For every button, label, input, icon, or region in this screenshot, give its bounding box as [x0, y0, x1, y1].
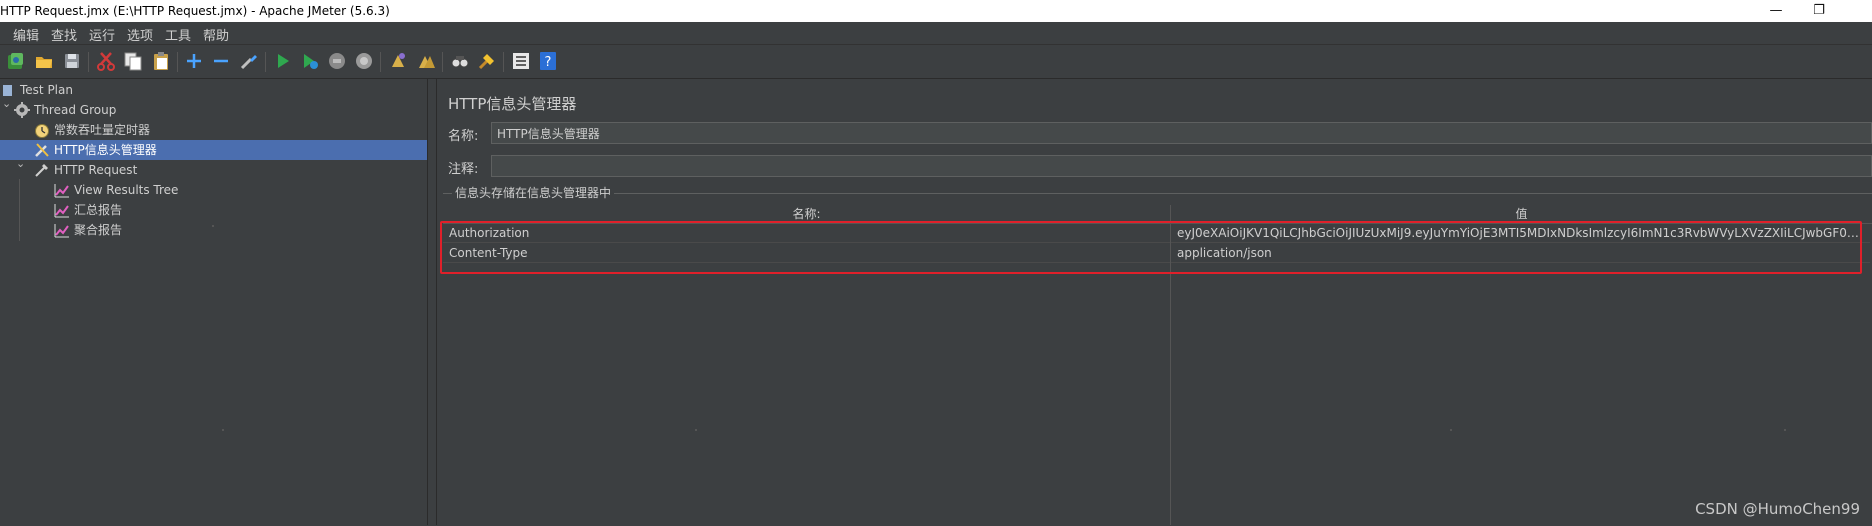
menu-run[interactable]: 运行 — [89, 25, 115, 44]
comment-field[interactable] — [491, 155, 1872, 177]
cut-icon[interactable] — [95, 50, 117, 72]
clear-icon[interactable] — [387, 50, 409, 72]
menu-options[interactable]: 选项 — [127, 25, 153, 44]
highlight-box — [440, 221, 1862, 274]
tree-item-thread-group[interactable]: Thread Group — [14, 100, 427, 120]
graph-icon — [54, 182, 70, 198]
expand-icon[interactable] — [183, 50, 205, 72]
menu-bar: 编辑 查找 运行 选项 工具 帮助 — [0, 22, 1872, 45]
tree-item-view-results-tree[interactable]: View Results Tree — [54, 180, 427, 200]
config-panel: HTTP信息头管理器 名称: HTTP信息头管理器 注释: 信息头存储在信息头管… — [437, 79, 1872, 525]
menu-edit[interactable]: 编辑 — [13, 25, 39, 44]
tree-item-summary-report[interactable]: 汇总报告 — [54, 200, 427, 220]
stop-icon[interactable] — [326, 50, 348, 72]
start-icon[interactable] — [272, 50, 294, 72]
name-label: 名称: — [448, 129, 479, 144]
gear-icon — [14, 102, 30, 118]
start-no-pause-icon[interactable] — [299, 50, 321, 72]
thread-group-toggle[interactable]: ⌄ — [2, 97, 11, 110]
copy-icon[interactable] — [122, 50, 144, 72]
test-plan-tree: Test Plan ⌄ Thread Group 常数吞吐量定时器 HTTP信息… — [0, 79, 427, 525]
menu-tools[interactable]: 工具 — [165, 25, 191, 44]
collapse-icon[interactable] — [210, 50, 232, 72]
name-field[interactable]: HTTP信息头管理器 — [491, 122, 1872, 144]
comment-label: 注释: — [448, 162, 479, 177]
save-icon[interactable] — [61, 50, 83, 72]
menu-search[interactable]: 查找 — [51, 25, 77, 44]
help-icon[interactable]: ? — [537, 50, 559, 72]
wrench-icon — [34, 142, 50, 158]
tree-item-test-plan[interactable]: Test Plan — [0, 80, 427, 100]
toolbar: ? — [0, 45, 1872, 79]
reset-search-icon[interactable] — [476, 50, 498, 72]
svg-text:?: ? — [545, 55, 552, 70]
headers-group-label: 信息头存储在信息头管理器中 — [452, 184, 615, 201]
timer-icon — [34, 122, 50, 138]
graph-icon — [54, 222, 70, 238]
pipette-icon — [34, 162, 50, 178]
menu-help[interactable]: 帮助 — [203, 25, 229, 44]
templates-icon[interactable] — [5, 50, 27, 72]
window-title: HTTP Request.jmx (E:\HTTP Request.jmx) -… — [0, 4, 390, 18]
tree-item-http-request[interactable]: HTTP Request — [34, 160, 427, 180]
paste-icon[interactable] — [150, 50, 172, 72]
graph-icon — [54, 202, 70, 218]
toggle-icon[interactable] — [238, 50, 260, 72]
minimize-button[interactable]: — — [1761, 1, 1791, 21]
function-helper-icon[interactable] — [510, 50, 532, 72]
tree-item-constant-throughput-timer[interactable]: 常数吞吐量定时器 — [34, 120, 427, 140]
tree-item-aggregate-report[interactable]: 聚合报告 — [54, 220, 427, 240]
shutdown-icon[interactable] — [353, 50, 375, 72]
restore-button[interactable]: ❐ — [1804, 1, 1834, 21]
clear-all-icon[interactable] — [415, 50, 437, 72]
http-request-toggle[interactable]: ⌄ — [16, 157, 25, 170]
open-icon[interactable] — [33, 50, 55, 72]
page-title: HTTP信息头管理器 — [448, 95, 577, 113]
search-icon[interactable] — [449, 50, 471, 72]
watermark: CSDN @HumoChen99 — [1695, 500, 1860, 518]
split-pane-divider[interactable] — [428, 79, 436, 525]
tree-item-http-header-manager[interactable]: HTTP信息头管理器 — [0, 140, 427, 160]
test-plan-icon — [0, 82, 16, 98]
title-bar: HTTP Request.jmx (E:\HTTP Request.jmx) -… — [0, 0, 1872, 22]
